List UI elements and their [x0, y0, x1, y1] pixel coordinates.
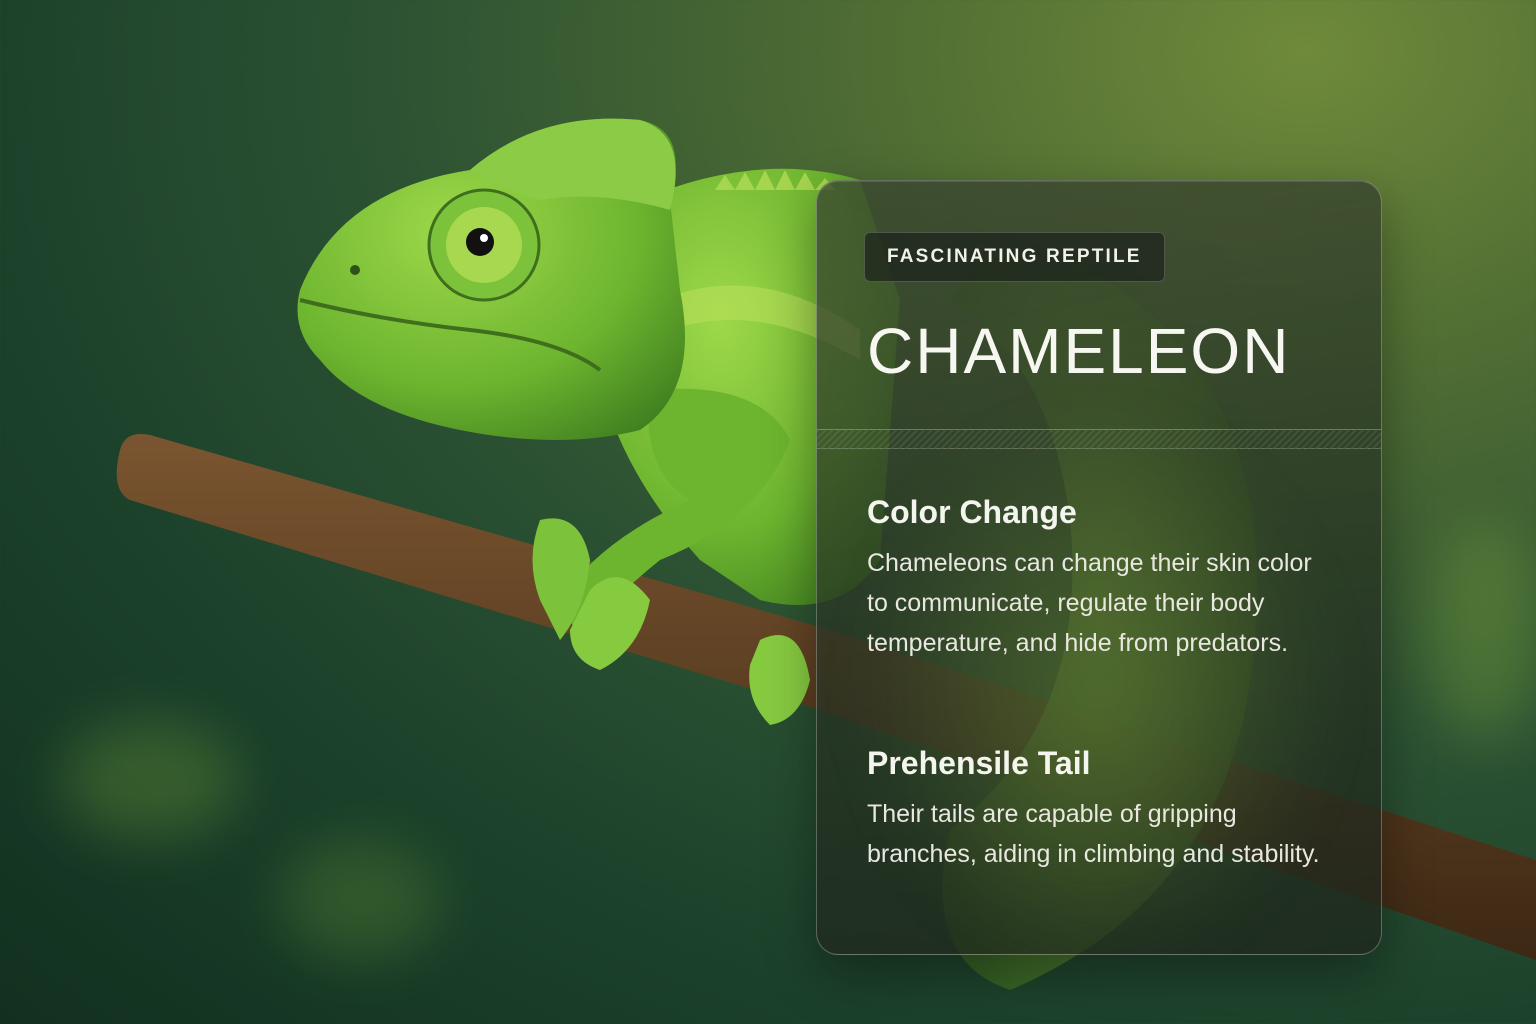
page-title: CHAMELEON [867, 315, 1291, 387]
info-card: FASCINATING REPTILE CHAMELEON Color Chan… [816, 180, 1382, 955]
divider [817, 429, 1381, 449]
fact-text: Their tails are capable of gripping bran… [867, 800, 1320, 869]
fact-section-prehensile-tail: Prehensile Tail Their tails are capable … [867, 744, 1337, 874]
fact-heading: Color Change [867, 494, 1077, 530]
fact-text: Chameleons can change their skin color t… [867, 549, 1312, 658]
fact-heading: Prehensile Tail [867, 745, 1091, 781]
category-badge: FASCINATING REPTILE [864, 232, 1165, 282]
fact-section-color-change: Color Change Chameleons can change their… [867, 493, 1337, 663]
